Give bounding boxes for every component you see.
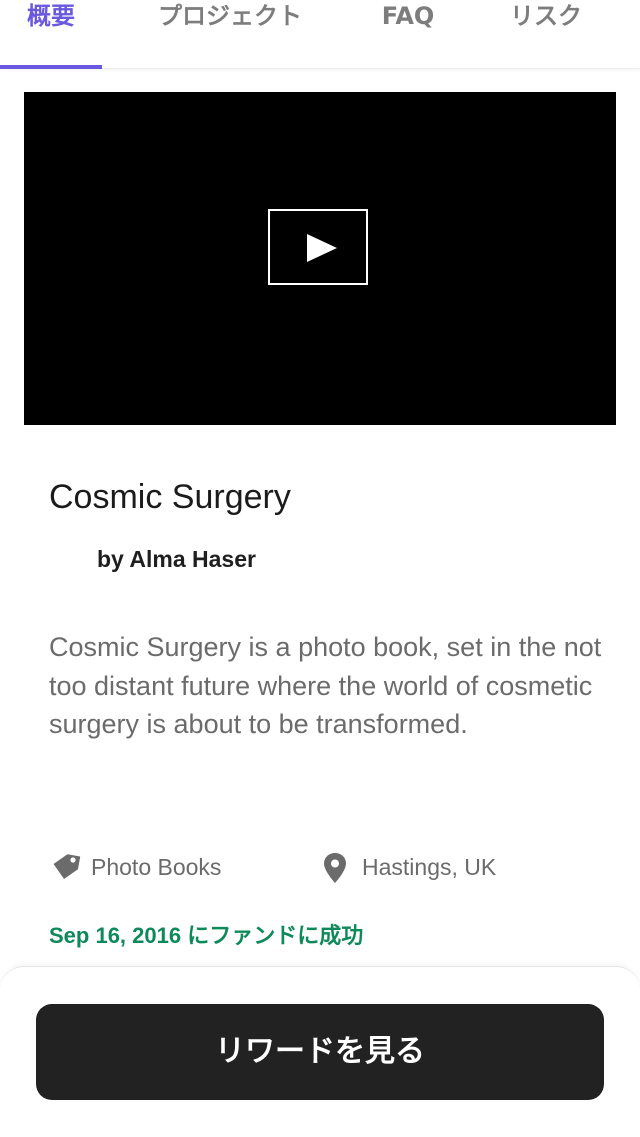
creator-byline[interactable]: by Alma Haser	[97, 546, 256, 573]
bottom-action-panel: リワードを見る	[0, 966, 640, 1137]
tab-project[interactable]: プロジェクト	[130, 0, 330, 68]
play-button[interactable]	[268, 209, 368, 285]
active-tab-indicator	[0, 65, 102, 69]
tab-bar: 概要 プロジェクト FAQ リスク	[0, 0, 640, 69]
view-rewards-button[interactable]: リワードを見る	[36, 1004, 604, 1100]
location-pin-icon	[324, 853, 346, 883]
funded-status: Sep 16, 2016 にファンドに成功	[49, 923, 364, 948]
location-label: Hastings, UK	[362, 854, 497, 880]
tab-faq[interactable]: FAQ	[358, 0, 458, 68]
tab-risks[interactable]: リスク	[488, 0, 604, 68]
play-icon	[307, 234, 337, 262]
project-description: Cosmic Surgery is a photo book, set in t…	[49, 632, 602, 739]
project-title: Cosmic Surgery	[49, 478, 291, 516]
category-label: Photo Books	[91, 854, 222, 880]
tag-icon	[53, 854, 81, 880]
video-player[interactable]	[24, 92, 616, 425]
tab-overview[interactable]: 概要	[0, 0, 102, 68]
